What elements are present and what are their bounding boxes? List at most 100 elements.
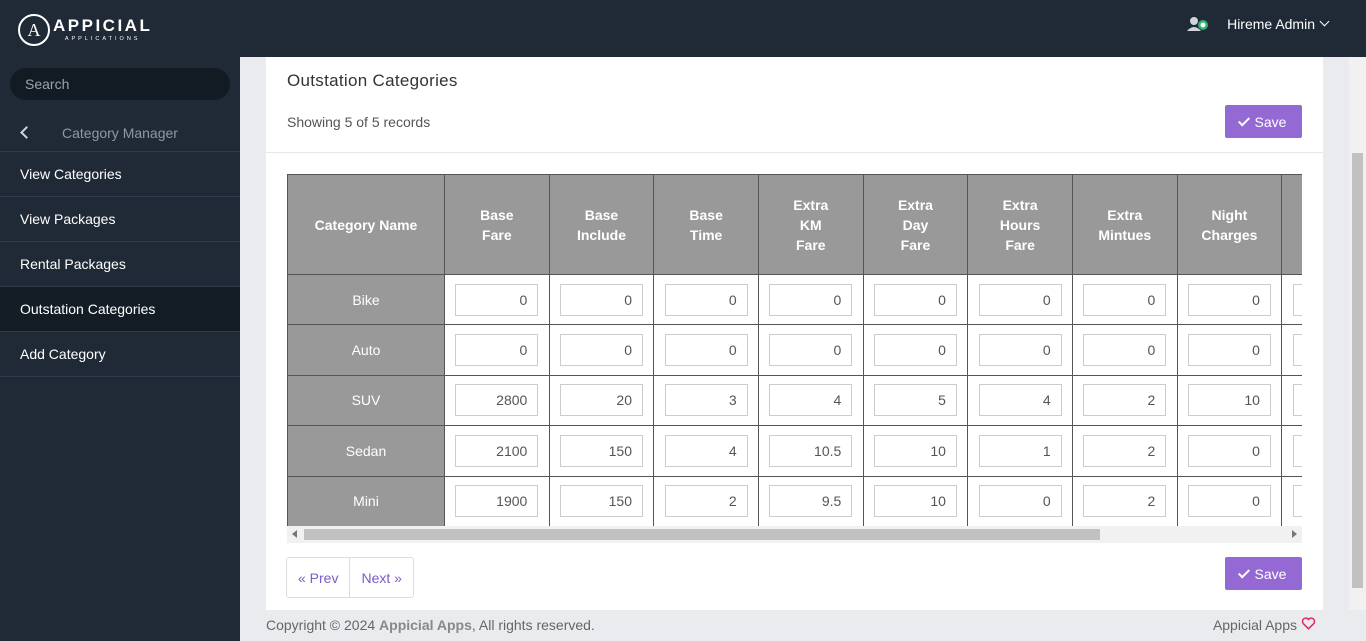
- value-cell: [967, 425, 1073, 477]
- fare-input[interactable]: [769, 434, 853, 467]
- fare-input[interactable]: [978, 283, 1062, 316]
- logo-subtitle: APPLICATIONS: [64, 36, 141, 42]
- fare-input[interactable]: [873, 384, 957, 417]
- scrollbar-thumb[interactable]: [1352, 153, 1363, 588]
- vertical-scrollbar[interactable]: [1349, 57, 1366, 610]
- value-cell: [444, 374, 550, 427]
- sidebar-item-add-category[interactable]: Add Category: [0, 332, 240, 377]
- scrollbar-thumb[interactable]: [304, 529, 1100, 540]
- horizontal-scrollbar[interactable]: [287, 526, 1302, 543]
- fare-input[interactable]: [1292, 434, 1302, 467]
- value-cell: [653, 425, 759, 477]
- user-name: Hireme Admin: [1227, 15, 1315, 32]
- fare-input[interactable]: [1292, 334, 1302, 367]
- fare-input[interactable]: [873, 283, 957, 316]
- fare-input[interactable]: [978, 334, 1062, 367]
- fare-input[interactable]: [769, 384, 853, 417]
- records-count: Showing 5 of 5 records: [287, 114, 431, 130]
- column-header: Extra Day Fare: [862, 174, 969, 275]
- fare-input[interactable]: [1083, 485, 1167, 518]
- fare-input[interactable]: [664, 434, 748, 467]
- fare-input[interactable]: [455, 434, 539, 467]
- fare-input[interactable]: [873, 434, 957, 467]
- next-page-link[interactable]: Next »: [349, 558, 412, 597]
- fare-input[interactable]: [978, 434, 1062, 467]
- fare-input[interactable]: [1187, 384, 1271, 417]
- sidebar-item-view-packages[interactable]: View Packages: [0, 197, 240, 242]
- fare-input[interactable]: [1292, 485, 1302, 518]
- value-cell: [757, 324, 864, 376]
- fare-input[interactable]: [1083, 334, 1167, 367]
- fare-input[interactable]: [769, 485, 853, 518]
- value-cell: [967, 374, 1073, 427]
- fare-input[interactable]: [455, 283, 539, 316]
- category-name-cell: Sedan: [287, 425, 445, 477]
- divider: [266, 152, 1323, 153]
- chevron-down-icon: [1319, 16, 1330, 27]
- sidebar-section-header[interactable]: Category Manager: [0, 114, 240, 152]
- fare-input[interactable]: [455, 334, 539, 367]
- fare-input[interactable]: [559, 384, 643, 417]
- value-cell: [1281, 324, 1302, 376]
- fare-input[interactable]: [559, 334, 643, 367]
- user-menu[interactable]: Hireme Admin: [1187, 12, 1330, 35]
- fare-input[interactable]: [1187, 334, 1271, 367]
- logo-mark: A: [18, 14, 50, 46]
- column-header: Extra Mintues: [1071, 174, 1178, 275]
- fare-input[interactable]: [1083, 283, 1167, 316]
- column-header: Base Fare: [444, 174, 550, 275]
- scroll-right-icon[interactable]: [1292, 530, 1297, 538]
- search-input[interactable]: [10, 68, 230, 100]
- brand-logo[interactable]: A APPICIAL APPLICATIONS: [18, 14, 152, 46]
- value-cell: [862, 273, 969, 326]
- fare-input[interactable]: [664, 384, 748, 417]
- column-header: Driver Fee Per Day: [1281, 174, 1302, 275]
- footer-brand-text: Appicial Apps: [1212, 617, 1297, 633]
- fare-input[interactable]: [664, 485, 748, 518]
- value-cell: [1071, 475, 1178, 526]
- table-scroll-container[interactable]: Category Name Base Fare Base Include Base T…: [287, 174, 1302, 526]
- prev-page-link[interactable]: « Prev: [287, 558, 349, 597]
- fare-input[interactable]: [455, 485, 539, 518]
- value-cell: [444, 425, 550, 477]
- sidebar-item-view-categories[interactable]: View Categories: [0, 152, 240, 197]
- fare-input[interactable]: [769, 283, 853, 316]
- fare-input[interactable]: [664, 334, 748, 367]
- fare-input[interactable]: [455, 384, 539, 417]
- fare-input[interactable]: [1083, 384, 1167, 417]
- scroll-left-icon[interactable]: [292, 530, 297, 538]
- value-cell: [862, 324, 969, 376]
- value-cell: [653, 475, 759, 526]
- sidebar-item-outstation-categories[interactable]: Outstation Categories: [0, 287, 240, 332]
- fare-input[interactable]: [559, 485, 643, 518]
- value-cell: [1281, 475, 1302, 526]
- fare-input[interactable]: [769, 334, 853, 367]
- fare-input[interactable]: [978, 384, 1062, 417]
- chevron-left-icon[interactable]: [20, 126, 33, 139]
- save-button-bottom[interactable]: Save: [1225, 557, 1302, 590]
- fare-input[interactable]: [559, 434, 643, 467]
- fare-input[interactable]: [1187, 434, 1271, 467]
- sidebar-item-rental-packages[interactable]: Rental Packages: [0, 242, 240, 287]
- fare-input[interactable]: [1292, 283, 1302, 316]
- value-cell: [548, 475, 655, 526]
- value-cell: [1281, 273, 1302, 326]
- fare-input[interactable]: [1187, 283, 1271, 316]
- column-header: Extra Hours Fare: [967, 174, 1073, 275]
- fare-input[interactable]: [1292, 384, 1302, 417]
- value-cell: [548, 273, 655, 326]
- table-row: Sedan: [287, 425, 1302, 477]
- save-label: Save: [1254, 565, 1287, 582]
- fare-input[interactable]: [873, 485, 957, 518]
- save-button-top[interactable]: Save: [1225, 105, 1302, 138]
- fare-input[interactable]: [1187, 485, 1271, 518]
- fare-input[interactable]: [664, 283, 748, 316]
- logo-name: APPICIAL: [53, 16, 153, 35]
- company-name: Appicial Apps: [379, 617, 472, 633]
- column-header: Extra KM Fare: [757, 174, 864, 275]
- fare-input[interactable]: [1083, 434, 1167, 467]
- fare-input[interactable]: [559, 283, 643, 316]
- value-cell: [967, 273, 1073, 326]
- fare-input[interactable]: [873, 334, 957, 367]
- fare-input[interactable]: [978, 485, 1062, 518]
